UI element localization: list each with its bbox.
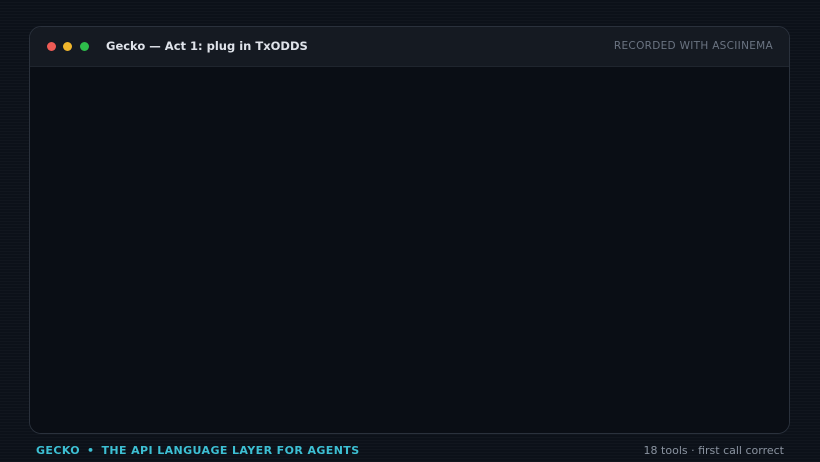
recorded-with-label: RECORDED WITH ASCIINEMA — [613, 40, 773, 52]
terminal-area[interactable] — [30, 67, 789, 433]
close-dot-icon[interactable] — [47, 42, 56, 51]
brand-name: GECKO — [36, 444, 80, 457]
window-title: Gecko — Act 1: plug in TxODDS — [106, 39, 308, 53]
maximize-dot-icon[interactable] — [80, 42, 89, 51]
brand-separator: • — [87, 444, 95, 457]
terminal-window: Gecko — Act 1: plug in TxODDS RECORDED W… — [29, 26, 790, 434]
brand-tagline: THE API LANGUAGE LAYER FOR AGENTS — [101, 444, 360, 457]
footer-brand: GECKO • THE API LANGUAGE LAYER FOR AGENTS — [36, 444, 360, 457]
minimize-dot-icon[interactable] — [63, 42, 72, 51]
window-titlebar: Gecko — Act 1: plug in TxODDS RECORDED W… — [30, 27, 789, 67]
footer-meta: 18 tools · first call correct — [643, 444, 784, 457]
